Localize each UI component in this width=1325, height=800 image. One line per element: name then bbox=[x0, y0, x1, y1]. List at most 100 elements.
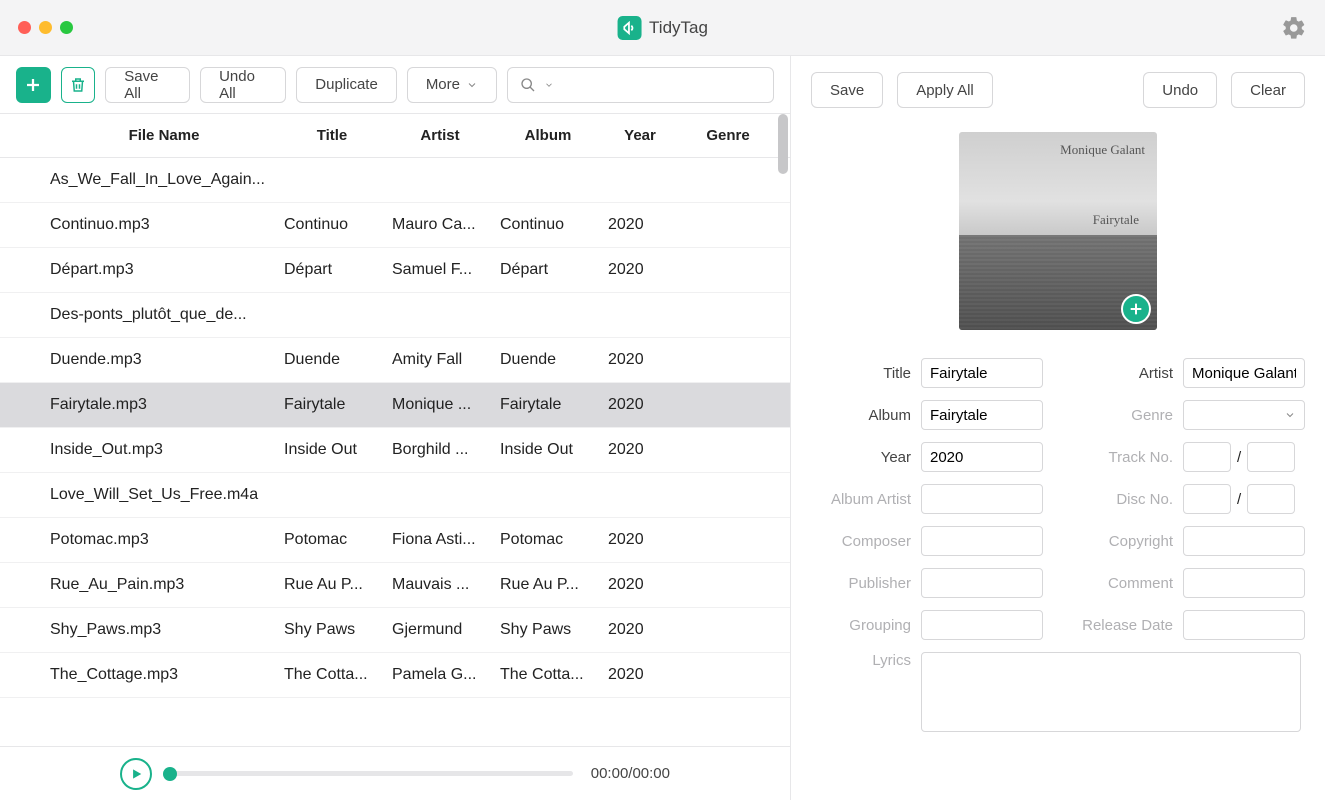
undo-all-button[interactable]: Undo All bbox=[200, 67, 286, 103]
cell-year: 2020 bbox=[602, 441, 678, 459]
right-pane: Save Apply All Undo Clear Monique Galant… bbox=[791, 56, 1325, 800]
play-button[interactable] bbox=[120, 758, 152, 790]
label-title: Title bbox=[811, 365, 911, 382]
table-row[interactable]: Rue_Au_Pain.mp3Rue Au P...Mauvais ...Rue… bbox=[0, 563, 790, 608]
clear-label: Clear bbox=[1250, 82, 1286, 99]
settings-button[interactable] bbox=[1281, 15, 1307, 41]
apply-all-label: Apply All bbox=[916, 82, 974, 99]
field-comment: Comment bbox=[1073, 568, 1305, 598]
field-year: Year bbox=[811, 442, 1043, 472]
table-row[interactable]: As_We_Fall_In_Love_Again... bbox=[0, 158, 790, 203]
album-art-title: Fairytale bbox=[1093, 212, 1139, 228]
save-button[interactable]: Save bbox=[811, 72, 883, 108]
album-art[interactable]: Monique Galant Fairytale bbox=[959, 132, 1157, 330]
select-genre[interactable] bbox=[1183, 400, 1305, 430]
minimize-window-button[interactable] bbox=[39, 21, 52, 34]
cell-album: Shy Paws bbox=[494, 621, 602, 639]
label-disc-no: Disc No. bbox=[1073, 491, 1173, 508]
right-toolbar: Save Apply All Undo Clear bbox=[811, 72, 1305, 108]
progress-slider[interactable] bbox=[170, 771, 573, 776]
input-track-b[interactable] bbox=[1247, 442, 1295, 472]
label-release-date: Release Date bbox=[1073, 617, 1173, 634]
cell-artist: Amity Fall bbox=[386, 351, 494, 369]
undo-button[interactable]: Undo bbox=[1143, 72, 1217, 108]
file-table: File Name Title Artist Album Year Genre … bbox=[0, 114, 790, 746]
left-toolbar: Save All Undo All Duplicate More bbox=[0, 56, 790, 114]
header-album[interactable]: Album bbox=[494, 127, 602, 144]
input-composer[interactable] bbox=[921, 526, 1043, 556]
header-file-name[interactable]: File Name bbox=[40, 127, 278, 144]
field-composer: Composer bbox=[811, 526, 1043, 556]
more-button[interactable]: More bbox=[407, 67, 497, 103]
input-title[interactable] bbox=[921, 358, 1043, 388]
close-window-button[interactable] bbox=[18, 21, 31, 34]
apply-all-button[interactable]: Apply All bbox=[897, 72, 993, 108]
cell-year: 2020 bbox=[602, 621, 678, 639]
input-year[interactable] bbox=[921, 442, 1043, 472]
app-title-text: TidyTag bbox=[649, 18, 708, 38]
clear-button[interactable]: Clear bbox=[1231, 72, 1305, 108]
field-genre: Genre bbox=[1073, 400, 1305, 430]
input-lyrics[interactable] bbox=[921, 652, 1301, 732]
label-grouping: Grouping bbox=[811, 617, 911, 634]
table-row[interactable]: Inside_Out.mp3Inside OutBorghild ...Insi… bbox=[0, 428, 790, 473]
cell-artist: Mauvais ... bbox=[386, 576, 494, 594]
scrollbar-thumb[interactable] bbox=[778, 114, 788, 174]
field-lyrics: Lyrics bbox=[811, 652, 1301, 732]
progress-thumb[interactable] bbox=[163, 767, 177, 781]
table-header: File Name Title Artist Album Year Genre bbox=[0, 114, 790, 158]
delete-button[interactable] bbox=[61, 67, 96, 103]
cell-title: Duende bbox=[278, 351, 386, 369]
input-disc-a[interactable] bbox=[1183, 484, 1231, 514]
cell-year: 2020 bbox=[602, 531, 678, 549]
add-button[interactable] bbox=[16, 67, 51, 103]
input-grouping[interactable] bbox=[921, 610, 1043, 640]
duplicate-label: Duplicate bbox=[315, 76, 378, 93]
input-artist[interactable] bbox=[1183, 358, 1305, 388]
field-title: Title bbox=[811, 358, 1043, 388]
cell-title: Départ bbox=[278, 261, 386, 279]
search-box[interactable] bbox=[507, 67, 774, 103]
cell-artist: Samuel F... bbox=[386, 261, 494, 279]
cell-title: Continuo bbox=[278, 216, 386, 234]
table-row[interactable]: Love_Will_Set_Us_Free.m4a bbox=[0, 473, 790, 518]
table-row[interactable]: The_Cottage.mp3The Cotta...Pamela G...Th… bbox=[0, 653, 790, 698]
label-copyright: Copyright bbox=[1073, 533, 1173, 550]
input-track-a[interactable] bbox=[1183, 442, 1231, 472]
header-year[interactable]: Year bbox=[602, 127, 678, 144]
cell-file-name: The_Cottage.mp3 bbox=[40, 666, 278, 684]
cell-file-name: Duende.mp3 bbox=[40, 351, 278, 369]
table-row[interactable]: Shy_Paws.mp3Shy PawsGjermundShy Paws2020 bbox=[0, 608, 790, 653]
input-release-date[interactable] bbox=[1183, 610, 1305, 640]
save-all-button[interactable]: Save All bbox=[105, 67, 190, 103]
cell-year: 2020 bbox=[602, 216, 678, 234]
cell-title: Fairytale bbox=[278, 396, 386, 414]
input-publisher[interactable] bbox=[921, 568, 1043, 598]
table-row[interactable]: Départ.mp3DépartSamuel F...Départ2020 bbox=[0, 248, 790, 293]
header-artist[interactable]: Artist bbox=[386, 127, 494, 144]
zoom-window-button[interactable] bbox=[60, 21, 73, 34]
search-input[interactable] bbox=[562, 76, 761, 93]
label-album-artist: Album Artist bbox=[811, 491, 911, 508]
label-year: Year bbox=[811, 449, 911, 466]
input-comment[interactable] bbox=[1183, 568, 1305, 598]
header-title[interactable]: Title bbox=[278, 127, 386, 144]
table-row[interactable]: Des-ponts_plutôt_que_de... bbox=[0, 293, 790, 338]
header-genre[interactable]: Genre bbox=[678, 127, 778, 144]
duplicate-button[interactable]: Duplicate bbox=[296, 67, 397, 103]
input-copyright[interactable] bbox=[1183, 526, 1305, 556]
table-row[interactable]: Fairytale.mp3FairytaleMonique ...Fairyta… bbox=[0, 383, 790, 428]
cell-file-name: Love_Will_Set_Us_Free.m4a bbox=[40, 486, 278, 504]
cell-album: Fairytale bbox=[494, 396, 602, 414]
field-album: Album bbox=[811, 400, 1043, 430]
input-disc-b[interactable] bbox=[1247, 484, 1295, 514]
table-row[interactable]: Continuo.mp3ContinuoMauro Ca...Continuo2… bbox=[0, 203, 790, 248]
input-album[interactable] bbox=[921, 400, 1043, 430]
table-row[interactable]: Potomac.mp3PotomacFiona Asti...Potomac20… bbox=[0, 518, 790, 563]
cell-album: Potomac bbox=[494, 531, 602, 549]
table-row[interactable]: Duende.mp3DuendeAmity FallDuende2020 bbox=[0, 338, 790, 383]
input-album-artist[interactable] bbox=[921, 484, 1043, 514]
add-art-button[interactable] bbox=[1121, 294, 1151, 324]
cell-file-name: Fairytale.mp3 bbox=[40, 396, 278, 414]
cell-artist: Monique ... bbox=[386, 396, 494, 414]
